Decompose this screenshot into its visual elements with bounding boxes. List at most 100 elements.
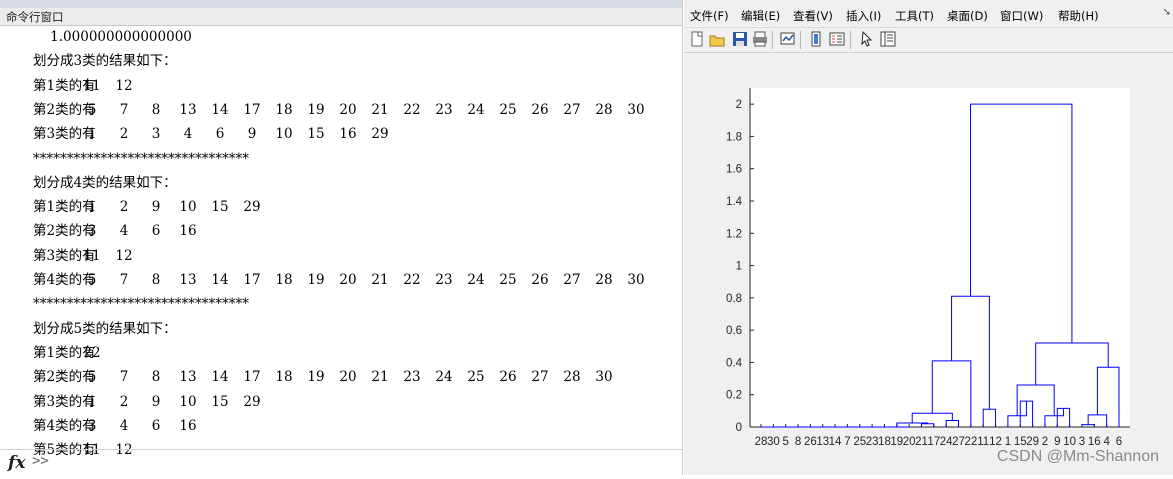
cluster-member-number: 29: [371, 126, 389, 143]
y-tick-label: 0.8: [726, 293, 742, 305]
function-browser-icon[interactable]: fx: [8, 453, 25, 473]
menu-item-5[interactable]: 桌面(D): [947, 8, 988, 24]
cluster-member-number: 9: [151, 199, 161, 216]
figure-canvas: 0 0.2 0.4 0.6 0.8 1 1.2 1.4 1.6 1.8 2 28 30 5 8 26 13 14 7…: [684, 52, 1173, 475]
cluster-member-number: 28: [595, 272, 613, 288]
cluster-member-number: 26: [531, 101, 549, 118]
cluster-line: 第1类的有 11 12: [33, 75, 133, 97]
cluster-member-number: 18: [275, 272, 293, 288]
cluster-member-number: 10: [179, 199, 197, 216]
y-tick-label: 0.4: [726, 357, 743, 369]
menu-item-6[interactable]: 窗口(W): [1000, 8, 1043, 24]
cluster-member-number: 18: [275, 369, 293, 386]
cluster-member-number: 3: [151, 126, 161, 143]
cluster-member-number: 26: [531, 272, 549, 288]
cluster-member-number: 16: [179, 417, 197, 434]
cluster-member-number: 28: [595, 101, 613, 118]
output-line: 划分成3类的结果如下：: [33, 53, 177, 70]
x-tick-label: 7: [844, 436, 850, 448]
cluster-member-number: 25: [499, 101, 517, 118]
y-tick-label: 0.2: [726, 390, 742, 402]
cluster-member-number: 5: [87, 369, 97, 386]
insert-colorbar-icon[interactable]: [808, 31, 824, 47]
menu-item-1[interactable]: 编辑(E): [741, 8, 780, 24]
cluster-member-number: 19: [307, 369, 325, 386]
partial-title-bar: [0, 0, 682, 8]
cluster-member-number: 8: [151, 101, 161, 118]
x-tick-label: 2: [1042, 436, 1048, 448]
cluster-member-number: 17: [243, 369, 261, 386]
y-tick-label: 0.6: [726, 325, 742, 337]
x-tick-label: 13: [816, 436, 829, 448]
cluster-member-number: 23: [403, 369, 421, 386]
cluster-member-number: 21: [371, 369, 389, 386]
x-tick-label: 25: [853, 436, 866, 448]
y-tick-label: 2: [736, 99, 742, 111]
menu-item-2[interactable]: 查看(V): [793, 8, 833, 24]
cluster-member-number: 11: [83, 77, 101, 94]
x-tick-label: 1: [1005, 436, 1011, 448]
cluster-member-number: 3: [87, 417, 97, 434]
cluster-member-number: 5: [87, 101, 97, 118]
x-tick-label: 16: [1088, 436, 1101, 448]
cluster-member-number: 5: [87, 272, 97, 288]
cluster-line: 第4类的有 5 7 8 13 14 17 18 19 20 21 22 23 24 25 26 27 28 30: [33, 269, 645, 291]
x-tick-label: 18: [878, 436, 891, 448]
menubar-overflow-icon[interactable]: ➘: [1163, 7, 1171, 18]
cluster-member-number: 15: [211, 393, 229, 410]
edit-plot-arrow-icon[interactable]: [859, 30, 875, 47]
cluster-member-number: 14: [211, 101, 229, 118]
open-file-icon[interactable]: [709, 31, 725, 47]
toolbar-separator: [850, 31, 851, 49]
prompt-symbol: >>: [32, 453, 49, 469]
cluster-member-number: 24: [467, 272, 485, 288]
cluster-member-number: 8: [151, 272, 161, 288]
plot-area: [750, 88, 1130, 427]
cluster-member-number: 28: [563, 369, 581, 386]
cluster-member-number: 27: [531, 369, 549, 386]
save-icon[interactable]: [732, 31, 748, 47]
cluster-member-number: 6: [151, 417, 161, 434]
cluster-member-number: 19: [307, 101, 325, 118]
cluster-member-number: 11: [83, 247, 101, 264]
command-window: 命令行窗口 1.000000000000000 划分成3类的结果如下： 第1类的有 1…: [0, 0, 683, 475]
cluster-member-number: 4: [119, 223, 129, 240]
cluster-member-number: 17: [243, 272, 261, 288]
y-tick-label: 1.2: [726, 228, 742, 240]
cluster-line: 第2类的有 5 7 8 13 14 17 18 19 20 21 22 23 24 25 26 27 28 30: [33, 99, 645, 121]
cluster-member-number: 15: [307, 126, 325, 143]
cluster-member-number: 24: [435, 369, 453, 386]
cluster-line: 第1类的有 1 2 9 10 15 29: [33, 196, 261, 218]
toolbar-separator: [772, 31, 773, 49]
cluster-member-number: 12: [115, 247, 133, 264]
cluster-line: 第1类的有 22: [33, 342, 101, 364]
cluster-member-number: 8: [151, 369, 161, 386]
x-tick-label: 26: [804, 436, 817, 448]
x-tick-label: 5: [782, 436, 788, 448]
cluster-member-number: 1: [87, 126, 97, 143]
print-icon[interactable]: [752, 31, 768, 47]
insert-legend-icon[interactable]: [829, 31, 845, 47]
cluster-member-number: 4: [119, 417, 129, 434]
x-tick-label: 11: [977, 436, 989, 448]
menu-item-0[interactable]: 文件(F): [690, 8, 729, 24]
cluster-member-number: 15: [211, 199, 229, 216]
command-prompt[interactable]: fx >>: [0, 449, 682, 476]
cluster-member-number: 13: [179, 369, 197, 386]
cluster-line: 第3类的有 1 2 9 10 15 29: [33, 391, 261, 413]
command-output[interactable]: 1.000000000000000 划分成3类的结果如下： 第1类的有 11 12 第2类…: [0, 26, 682, 458]
cluster-member-number: 23: [435, 101, 453, 118]
cluster-member-number: 23: [435, 272, 453, 288]
output-line: ********************************: [33, 296, 249, 313]
cluster-member-number: 27: [563, 272, 581, 288]
link-plot-icon[interactable]: [780, 31, 796, 47]
x-tick-label: 17: [927, 436, 940, 448]
menu-item-7[interactable]: 帮助(H): [1058, 8, 1099, 24]
new-figure-icon[interactable]: [689, 31, 705, 47]
menu-item-4[interactable]: 工具(T): [895, 8, 934, 24]
menu-item-3[interactable]: 插入(I): [846, 8, 881, 24]
property-inspector-icon[interactable]: [880, 31, 896, 47]
command-window-header: 命令行窗口: [0, 8, 682, 26]
cluster-member-number: 14: [211, 272, 229, 288]
cluster-member-number: 2: [119, 393, 129, 410]
